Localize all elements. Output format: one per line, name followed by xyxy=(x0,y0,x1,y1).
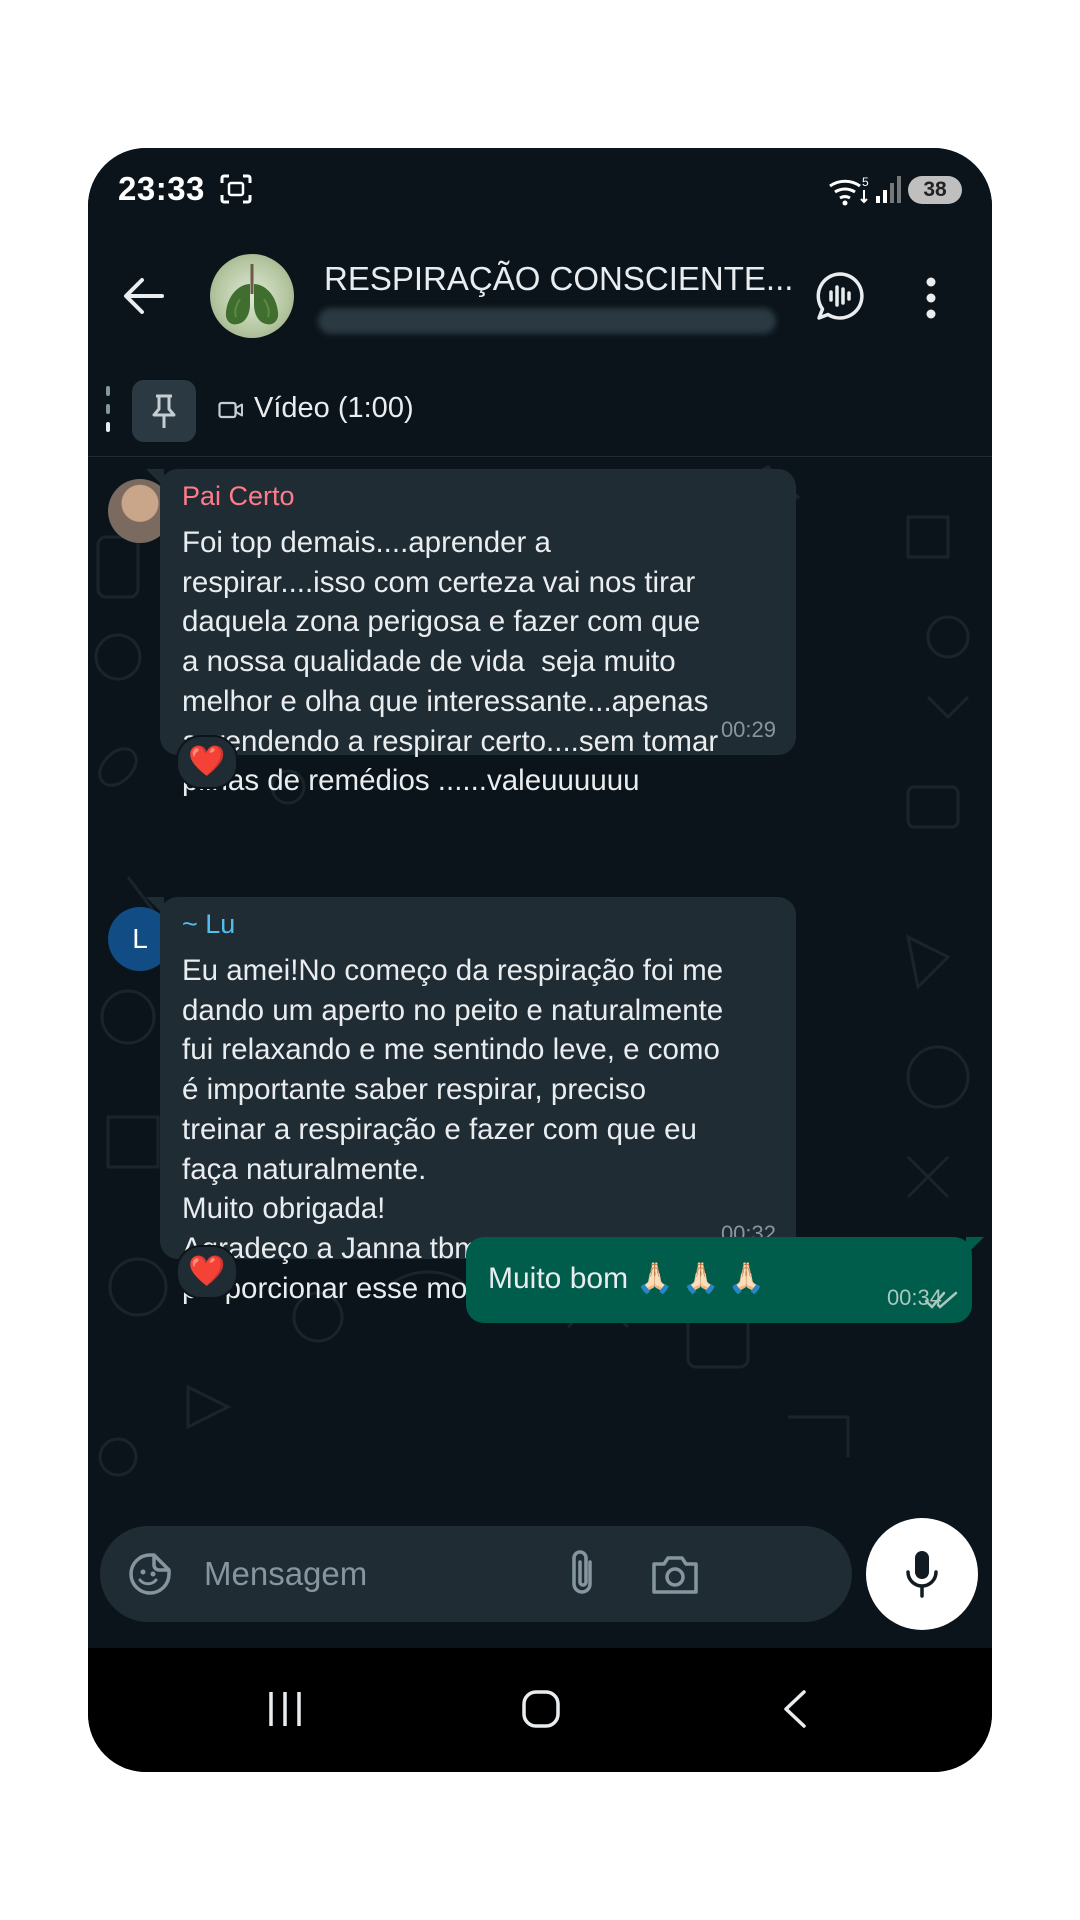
message-time: 00:29 xyxy=(720,717,776,742)
nav-back-icon[interactable] xyxy=(780,1688,810,1730)
svg-text:5: 5 xyxy=(862,175,869,189)
signal-icon xyxy=(876,176,901,203)
status-time: 23:33 xyxy=(118,170,205,207)
camera-icon[interactable] xyxy=(650,1552,700,1596)
mic-button[interactable] xyxy=(866,1518,978,1630)
back-arrow-icon[interactable] xyxy=(122,276,164,316)
message-bubble[interactable]: ~ Lu Eu amei!No começo da respiração foi… xyxy=(146,897,796,1305)
lungs-icon xyxy=(225,264,279,325)
message-input[interactable] xyxy=(204,1552,534,1596)
outgoing-message-bubble[interactable]: Muito bom 🙏🏻 🙏🏻 🙏🏻 00:34 xyxy=(466,1237,984,1323)
home-icon[interactable] xyxy=(520,1688,562,1730)
battery-icon: 38 xyxy=(908,176,962,204)
system-nav-bar xyxy=(88,1648,992,1772)
pin-button[interactable] xyxy=(132,380,196,442)
sender-name[interactable]: Pai Certo xyxy=(182,481,295,512)
group-name[interactable]: RESPIRAÇÃO CONSCIENTE... xyxy=(324,260,804,298)
message-text: Muito bom 🙏🏻 🙏🏻 🙏🏻 xyxy=(488,1262,766,1295)
recent-apps-icon[interactable] xyxy=(264,1688,306,1730)
message-bubble[interactable]: Pai Certo Foi top demais....aprender a r… xyxy=(146,469,796,797)
message-text: Foi top demais....aprender a respirar...… xyxy=(182,526,719,798)
screenshot-icon xyxy=(220,174,252,204)
video-icon xyxy=(218,401,243,419)
group-subtitle-blurred xyxy=(318,308,776,334)
more-vert-icon[interactable] xyxy=(924,276,938,320)
pin-icon xyxy=(152,394,176,428)
phone-screen: 23:33 5 38 RESPIRAÇÃO CONSCIENTE... Víde… xyxy=(88,148,992,1772)
message-input-container xyxy=(100,1526,852,1622)
sticker-icon[interactable] xyxy=(128,1552,172,1596)
status-bar: 23:33 5 38 xyxy=(88,148,992,226)
pinned-label: Vídeo (1:00) xyxy=(254,392,414,424)
composer-bar xyxy=(88,1518,992,1630)
mic-icon xyxy=(906,1551,938,1598)
pinned-message-bar[interactable]: Vídeo (1:00) xyxy=(88,362,992,457)
sender-name[interactable]: ~ Lu xyxy=(182,909,235,940)
chat-header: RESPIRAÇÃO CONSCIENTE... xyxy=(88,226,992,363)
group-avatar[interactable] xyxy=(210,254,294,338)
attach-icon[interactable] xyxy=(560,1548,604,1600)
heart-reaction-icon[interactable]: ❤️ xyxy=(176,735,238,789)
chat-area[interactable]: Pai Certo Foi top demais....aprender a r… xyxy=(88,457,992,1518)
double-check-icon xyxy=(924,1291,958,1309)
wifi-icon: 5 xyxy=(829,175,869,206)
heart-reaction-icon[interactable]: ❤️ xyxy=(176,1245,238,1299)
pin-indicator xyxy=(106,386,110,432)
voice-chat-icon[interactable] xyxy=(814,270,866,322)
